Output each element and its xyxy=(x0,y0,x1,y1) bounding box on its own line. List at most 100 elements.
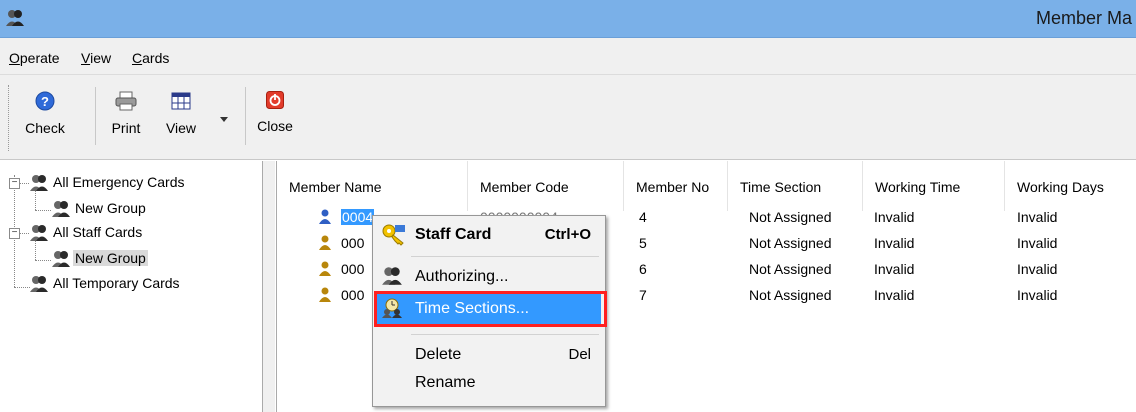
key-card-icon xyxy=(381,223,407,250)
menu-item-label: Authorizing... xyxy=(415,268,509,285)
group-people-icon xyxy=(29,274,49,297)
column-label: Working Days xyxy=(1017,179,1104,195)
toolbar-separator xyxy=(95,87,96,145)
column-header-working-time[interactable]: Working Time xyxy=(863,161,1005,211)
group-people-icon xyxy=(51,249,71,272)
print-label: Print xyxy=(111,120,141,136)
tree-label: All Emergency Cards xyxy=(53,174,185,190)
working-time-cell: Invalid xyxy=(874,209,915,225)
menu-operate-label: perate xyxy=(19,50,60,66)
grid-view-icon xyxy=(156,91,206,114)
column-header-member-code[interactable]: Member Code xyxy=(468,161,624,211)
column-header-time-section[interactable]: Time Section xyxy=(728,161,863,211)
tree-connector xyxy=(19,233,29,234)
working-days-cell: Invalid xyxy=(1017,209,1058,225)
menu-bar: Operate View Cards xyxy=(0,38,1136,75)
view-label: View xyxy=(165,120,197,136)
working-days-cell: Invalid xyxy=(1017,235,1058,251)
tree-connector xyxy=(35,210,51,211)
member-name-cell[interactable]: 0004 xyxy=(341,209,375,225)
member-no-cell: 4 xyxy=(639,209,647,225)
tree-label: New Group xyxy=(75,200,146,216)
menu-cards[interactable]: Cards xyxy=(132,50,169,66)
menu-separator xyxy=(411,334,599,335)
menu-shortcut: Del xyxy=(568,346,591,363)
menu-separator xyxy=(411,256,599,257)
view-button[interactable]: View xyxy=(156,87,206,147)
tree-connector xyxy=(14,287,30,288)
person-icon xyxy=(319,261,331,280)
close-button[interactable]: Close xyxy=(250,87,300,147)
time-section-cell: Not Assigned xyxy=(749,209,832,225)
tree-label: New Group xyxy=(73,250,148,266)
menu-item-label: Delete xyxy=(415,346,462,363)
working-days-cell: Invalid xyxy=(1017,261,1058,277)
group-people-icon xyxy=(381,265,403,290)
toolbar: ? Check Print View Close xyxy=(0,75,1136,160)
help-check-icon: ? xyxy=(20,91,70,114)
menu-item-label: Rename xyxy=(415,374,476,391)
selected-member-name: 0004 xyxy=(341,209,375,225)
working-time-cell: Invalid xyxy=(874,235,915,251)
toolbar-separator xyxy=(245,87,246,145)
group-people-icon xyxy=(29,173,49,196)
power-close-icon xyxy=(250,91,300,112)
working-time-cell: Invalid xyxy=(874,287,915,303)
menu-operate-accel: O xyxy=(9,50,20,66)
member-name-cell[interactable]: 000 xyxy=(341,261,364,277)
column-header-member-name[interactable]: Member Name xyxy=(277,161,468,211)
view-dropdown-arrow-icon[interactable] xyxy=(220,117,228,122)
group-people-icon xyxy=(29,223,49,246)
check-label: Check xyxy=(25,120,65,136)
highlight-annotation-box xyxy=(374,291,607,327)
column-label: Time Section xyxy=(740,179,822,195)
title-bar: Member Ma xyxy=(0,0,1136,38)
expander-staff[interactable]: − xyxy=(9,228,20,239)
menu-item-rename[interactable]: Rename xyxy=(377,368,601,398)
member-no-cell: 6 xyxy=(639,261,647,277)
expander-emergency[interactable]: − xyxy=(9,178,20,189)
menu-item-staff-card[interactable]: Staff Card Ctrl+O xyxy=(377,220,601,250)
group-tree[interactable]: − − All Emergency Cards New Group All St… xyxy=(0,161,263,412)
menu-cards-accel: C xyxy=(132,50,143,66)
menu-view-accel: V xyxy=(81,50,91,66)
menu-item-label: Staff Card xyxy=(415,226,492,243)
menu-shortcut: Ctrl+O xyxy=(544,226,591,243)
tree-label: All Staff Cards xyxy=(53,224,143,240)
column-label: Member Code xyxy=(480,179,569,195)
menu-view[interactable]: View xyxy=(81,50,111,66)
group-people-icon xyxy=(51,199,71,222)
check-button[interactable]: ? Check xyxy=(20,87,70,147)
menu-operate[interactable]: Operate xyxy=(9,50,60,66)
person-icon xyxy=(319,235,331,254)
column-label: Member No xyxy=(636,179,710,195)
menu-view-label: iew xyxy=(90,50,112,66)
column-header-member-no[interactable]: Member No xyxy=(624,161,728,211)
toolbar-grip[interactable] xyxy=(8,85,11,151)
app-members-icon[interactable] xyxy=(5,8,25,31)
window-title: Member Ma xyxy=(1035,8,1132,28)
column-label: Working Time xyxy=(875,179,961,195)
tree-connector xyxy=(19,183,29,184)
person-icon xyxy=(319,209,331,228)
close-label: Close xyxy=(257,118,293,134)
time-section-cell: Not Assigned xyxy=(749,261,832,277)
working-time-cell: Invalid xyxy=(874,261,915,277)
menu-item-authorizing[interactable]: Authorizing... xyxy=(377,262,601,292)
tree-connector xyxy=(35,260,51,261)
member-name-cell[interactable]: 000 xyxy=(341,235,364,251)
menu-item-delete[interactable]: Delete Del xyxy=(377,340,601,370)
member-no-cell: 7 xyxy=(639,287,647,303)
menu-cards-label: ards xyxy=(142,50,170,66)
time-section-cell: Not Assigned xyxy=(749,235,832,251)
working-days-cell: Invalid xyxy=(1017,287,1058,303)
svg-text:?: ? xyxy=(41,94,49,109)
printer-icon xyxy=(101,91,151,114)
member-no-cell: 5 xyxy=(639,235,647,251)
member-name-cell[interactable]: 000 xyxy=(341,287,364,303)
pane-splitter[interactable] xyxy=(263,161,275,412)
print-button[interactable]: Print xyxy=(101,87,151,147)
column-header-working-days[interactable]: Working Days xyxy=(1005,161,1136,211)
tree-label: All Temporary Cards xyxy=(53,275,180,291)
time-section-cell: Not Assigned xyxy=(749,287,832,303)
